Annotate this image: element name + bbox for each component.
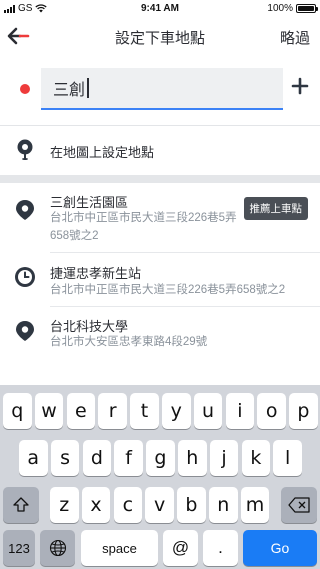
location-pin-icon: [16, 200, 34, 220]
key-w[interactable]: w: [34, 393, 64, 429]
add-stop-button[interactable]: [290, 76, 310, 96]
go-key[interactable]: Go: [243, 530, 317, 566]
status-bar: GS 9:41 AM 100%: [0, 0, 320, 18]
set-on-map-option[interactable]: 在地圖上設定地點: [0, 126, 320, 175]
result-address-line2: 658號之2: [50, 230, 99, 242]
key-f[interactable]: f: [114, 440, 143, 476]
key-b[interactable]: b: [177, 487, 206, 523]
key-p[interactable]: p: [289, 393, 318, 429]
key-v[interactable]: v: [145, 487, 174, 523]
globe-icon: [49, 539, 66, 557]
key-q[interactable]: q: [3, 393, 32, 429]
nav-bar: 設定下車地點 略過: [0, 18, 320, 54]
key-t[interactable]: t: [130, 393, 159, 429]
key-e[interactable]: e: [66, 393, 96, 429]
result-item[interactable]: 捷運忠孝新生站 台北市中正區市民大道三段226巷5弄658號之2: [0, 253, 320, 305]
key-o[interactable]: o: [257, 393, 286, 429]
result-title: 捷運忠孝新生站: [50, 266, 142, 281]
delete-key[interactable]: [281, 487, 317, 523]
space-key[interactable]: space: [81, 530, 158, 566]
backspace-icon: [288, 497, 310, 513]
key-h[interactable]: h: [178, 440, 207, 476]
globe-key[interactable]: [40, 530, 75, 566]
key-m[interactable]: m: [240, 487, 270, 523]
result-item[interactable]: 台北科技大學 台北市大安區忠孝東路4段29號: [0, 307, 320, 359]
search-input-value: 三創: [53, 82, 86, 99]
location-pin-icon: [16, 321, 34, 341]
key-l[interactable]: l: [273, 440, 302, 476]
clock-icon: [15, 267, 35, 287]
dot-key[interactable]: .: [203, 530, 238, 566]
on-screen-keyboard: 123 space @ . Go qwertyuiop asdfghjkl zxcv…: [0, 385, 320, 569]
key-g[interactable]: g: [146, 440, 175, 476]
key-z[interactable]: z: [50, 487, 79, 523]
key-i[interactable]: i: [225, 393, 255, 429]
key-k[interactable]: k: [241, 440, 271, 476]
set-on-map-label: 在地圖上設定地點: [50, 145, 155, 160]
battery-icon: [296, 4, 318, 13]
key-x[interactable]: x: [81, 487, 111, 523]
key-c[interactable]: c: [113, 487, 143, 523]
key-u[interactable]: u: [193, 393, 223, 429]
key-a[interactable]: a: [19, 440, 48, 476]
numbers-key[interactable]: 123: [3, 530, 35, 566]
battery-percent: 100%: [267, 3, 293, 14]
status-right: 100%: [267, 3, 318, 14]
result-item[interactable]: 三創生活園區 台北市中正區市民大道三段226巷5弄 658號之2 推薦上車點: [0, 183, 320, 249]
at-key[interactable]: @: [163, 530, 198, 566]
destination-search-row: 三創: [0, 64, 320, 114]
result-address-line1: 台北市大安區忠孝東路4段29號: [50, 336, 208, 348]
key-n[interactable]: n: [209, 487, 238, 523]
key-j[interactable]: j: [209, 440, 239, 476]
result-address-line1: 台北市中正區市民大道三段226巷5弄658號之2: [50, 284, 286, 296]
key-y[interactable]: y: [162, 393, 191, 429]
page-title: 設定下車地點: [114, 30, 205, 47]
destination-marker-dot: [20, 84, 30, 94]
key-r[interactable]: r: [98, 393, 127, 429]
plus-icon: [291, 77, 309, 95]
key-s[interactable]: s: [50, 440, 80, 476]
pin-icon: [17, 139, 33, 160]
shift-key[interactable]: [3, 487, 39, 523]
recommended-pickup-badge: 推薦上車點: [243, 197, 308, 220]
section-separator: [0, 175, 320, 183]
skip-button[interactable]: 略過: [280, 27, 310, 48]
key-d[interactable]: d: [82, 440, 112, 476]
destination-search-input[interactable]: 三創: [41, 68, 283, 110]
shift-icon: [13, 497, 29, 512]
text-caret: [87, 78, 89, 98]
result-address-line1: 台北市中正區市民大道三段226巷5弄: [50, 212, 237, 224]
